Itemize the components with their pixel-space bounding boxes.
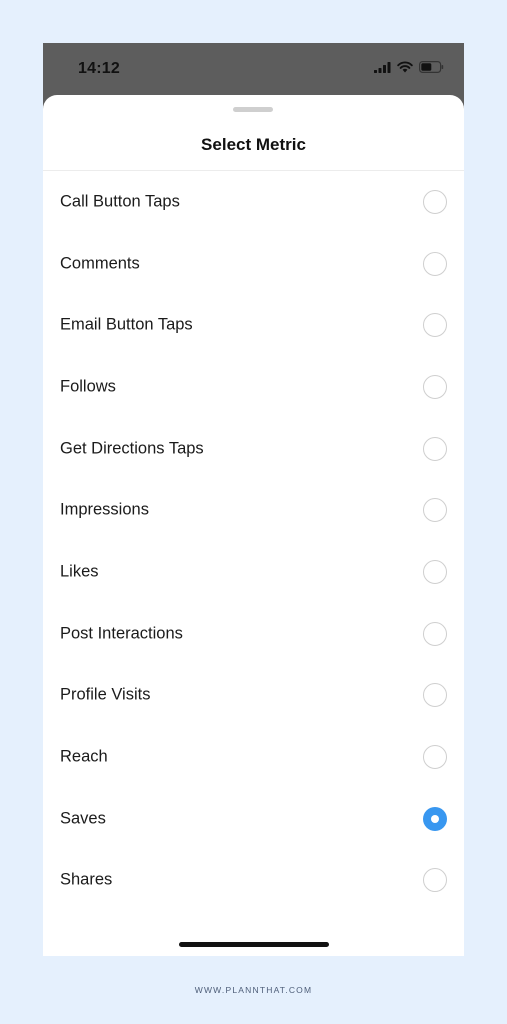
metric-option-row[interactable]: Call Button Taps — [43, 171, 464, 233]
footer-url: WWW.PLANNTHAT.COM — [194, 985, 313, 995]
metric-option-row[interactable]: Email Button Taps — [43, 294, 464, 356]
metric-sheet: Select Metric Call Button Taps Comments Em… — [43, 95, 464, 956]
metric-option-label: Post Interactions — [60, 624, 183, 643]
radio-button[interactable] — [423, 374, 447, 399]
wifi-icon — [397, 60, 413, 78]
radio-button[interactable] — [423, 621, 447, 646]
metric-option-row[interactable]: Get Directions Taps — [43, 418, 464, 480]
metric-option-label: Email Button Taps — [60, 315, 193, 334]
status-bar: 14:12 — [43, 43, 464, 95]
metric-option-row[interactable]: Follows — [43, 356, 464, 418]
metric-option-row[interactable]: Saves — [43, 788, 464, 850]
metric-option-row[interactable]: Likes — [43, 541, 464, 603]
radio-button-selected[interactable] — [423, 806, 447, 831]
radio-button[interactable] — [423, 498, 447, 523]
metric-option-label: Follows — [60, 377, 116, 396]
metric-list: Call Button Taps Comments Email Button Tap… — [43, 171, 464, 911]
metric-option-label: Profile Visits — [60, 685, 151, 704]
metric-option-row[interactable]: Profile Visits — [43, 665, 464, 727]
radio-button[interactable] — [423, 745, 447, 770]
metric-option-row[interactable]: Shares — [43, 850, 464, 912]
metric-option-label: Likes — [60, 562, 99, 581]
radio-button[interactable] — [423, 189, 447, 214]
metric-option-label: Comments — [60, 254, 140, 273]
metric-option-row[interactable]: Post Interactions — [43, 603, 464, 665]
metric-option-label: Impressions — [60, 500, 149, 519]
status-time: 14:12 — [78, 60, 120, 77]
metric-option-row[interactable]: Impressions — [43, 479, 464, 541]
radio-button[interactable] — [423, 313, 447, 338]
battery-icon — [419, 60, 444, 78]
signal-icon — [374, 60, 391, 78]
metric-option-label: Saves — [60, 809, 106, 828]
phone-screen: 14:12 Select Metric Call Button Taps Com… — [43, 43, 464, 956]
sheet-title: Select Metric — [201, 135, 306, 154]
radio-button[interactable] — [423, 683, 447, 708]
metric-option-label: Shares — [60, 870, 113, 889]
radio-button[interactable] — [423, 251, 447, 276]
metric-option-row[interactable]: Comments — [43, 233, 464, 295]
sheet-grabber[interactable] — [233, 107, 273, 112]
status-icons — [374, 60, 444, 78]
metric-option-label: Reach — [60, 747, 108, 766]
metric-option-label: Get Directions Taps — [60, 439, 204, 458]
radio-button[interactable] — [423, 559, 447, 584]
radio-button[interactable] — [423, 436, 447, 461]
home-indicator — [179, 942, 329, 947]
metric-option-row[interactable]: Reach — [43, 726, 464, 788]
radio-button[interactable] — [423, 868, 447, 893]
metric-option-label: Call Button Taps — [60, 192, 180, 211]
